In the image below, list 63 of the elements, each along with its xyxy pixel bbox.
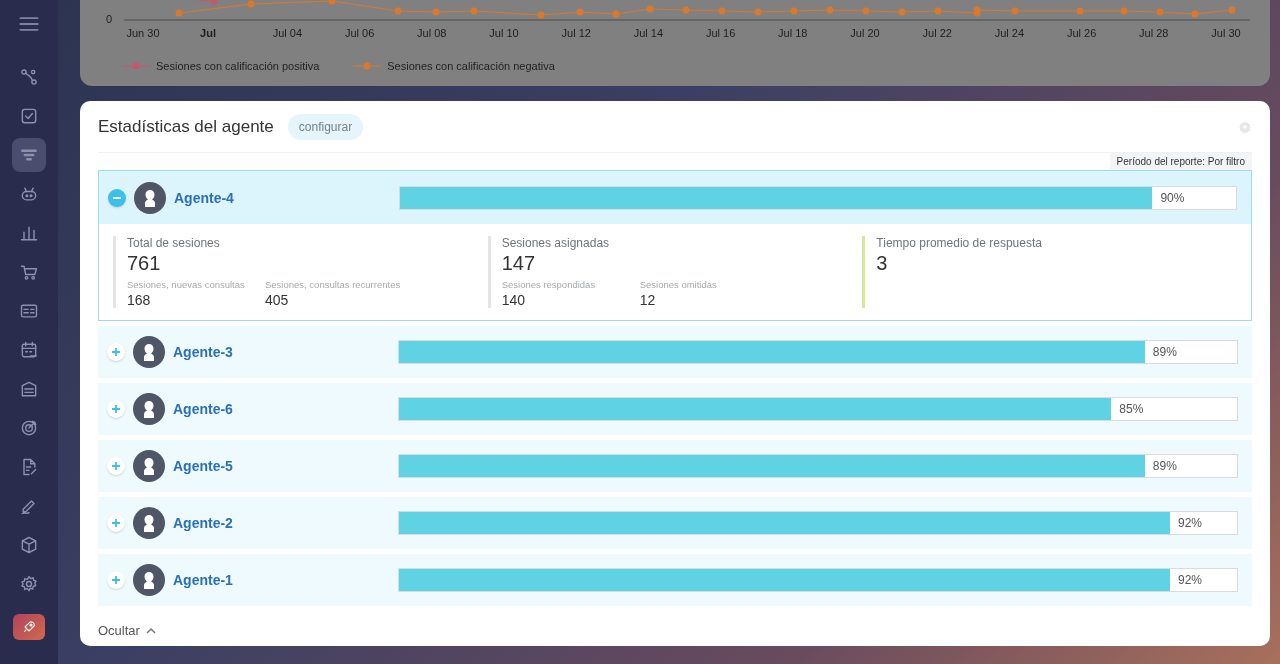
caret-icon (145, 627, 156, 634)
hide-link[interactable]: Ocultar (98, 623, 156, 638)
stat-value: 147 (501, 252, 537, 275)
stat-label: Sesiones respondidas (501, 279, 597, 290)
avatar-icon (133, 564, 165, 596)
axis-label: Jul (200, 27, 216, 39)
plus-icon (111, 518, 121, 528)
report-period-label: Período del reporte: Por filtro (1109, 153, 1252, 170)
axis-label: Jul 22 (922, 27, 952, 39)
stat-label: Sesiones asignadas (501, 236, 611, 250)
percentage: 92% (1177, 516, 1202, 530)
stat-label: Total de sesiones (127, 236, 221, 250)
agent-name[interactable]: Agente-4 (174, 189, 399, 206)
stat-value: 761 (127, 252, 162, 275)
axis-label: Jul 18 (778, 27, 808, 39)
axis-label: Jul 28 (1139, 27, 1169, 39)
axis-label: Jul 16 (705, 27, 736, 39)
configure-button[interactable]: configurar (287, 114, 364, 140)
agent-name[interactable]: Agente-1 (173, 572, 398, 588)
axis-label: Jul 10 (489, 27, 519, 39)
percentage: 85% (1119, 402, 1144, 416)
stat-label: Sesiones omitidas (639, 279, 717, 290)
panel-title: Estadísticas del agente (98, 117, 274, 137)
axis-label: Jul 24 (994, 27, 1025, 39)
stat-label: Sesiones, consultas recurrentes (265, 279, 401, 290)
avatar-icon (133, 393, 165, 425)
agent-name[interactable]: Agente-5 (173, 458, 398, 474)
plus-icon (111, 404, 121, 414)
stat-value: 140 (501, 292, 526, 308)
axis-label: Jun 30 (126, 27, 160, 39)
legend-label: Sesiones con calificación negativa (387, 60, 555, 72)
avatar-icon (134, 181, 166, 214)
axis-label: Jul 30 (1211, 27, 1241, 39)
axis-label: Jul 20 (850, 27, 880, 39)
axis-label: 0 (106, 13, 113, 25)
axis-label: Jul 06 (344, 27, 375, 39)
axis-label: Jul 04 (272, 27, 303, 39)
axis-label: Jul 14 (633, 27, 664, 39)
stat-value: 168 (127, 292, 152, 308)
stat-value: 405 (265, 292, 290, 308)
plus-icon (111, 461, 121, 471)
stat-label: Sesiones, nuevas consultas (127, 279, 246, 290)
avatar-icon (133, 507, 165, 539)
percentage: 92% (1177, 573, 1202, 587)
agent-name[interactable]: Agente-2 (173, 515, 398, 531)
legend-label: Sesiones con calificación positiva (156, 60, 320, 72)
stat-value: 12 (639, 292, 657, 308)
filter-icon[interactable] (12, 138, 46, 172)
rocket-icon[interactable] (13, 614, 45, 640)
percentage: 89% (1152, 345, 1177, 359)
axis-label: Jul 12 (561, 27, 591, 39)
percentage: 89% (1152, 459, 1177, 473)
axis-label: Jul 08 (417, 27, 447, 39)
percentage: 90% (1160, 190, 1185, 205)
plus-icon (111, 347, 121, 357)
axis-label: Jul 26 (1066, 27, 1097, 39)
agent-name[interactable]: Agente-3 (173, 344, 398, 360)
plus-icon (111, 575, 121, 585)
stat-label: Tiempo promedio de respuesta (876, 236, 1043, 250)
stat-value: 3 (876, 252, 889, 275)
agent-name[interactable]: Agente-6 (173, 401, 398, 417)
avatar-icon (133, 336, 165, 368)
avatar-icon (133, 450, 165, 482)
